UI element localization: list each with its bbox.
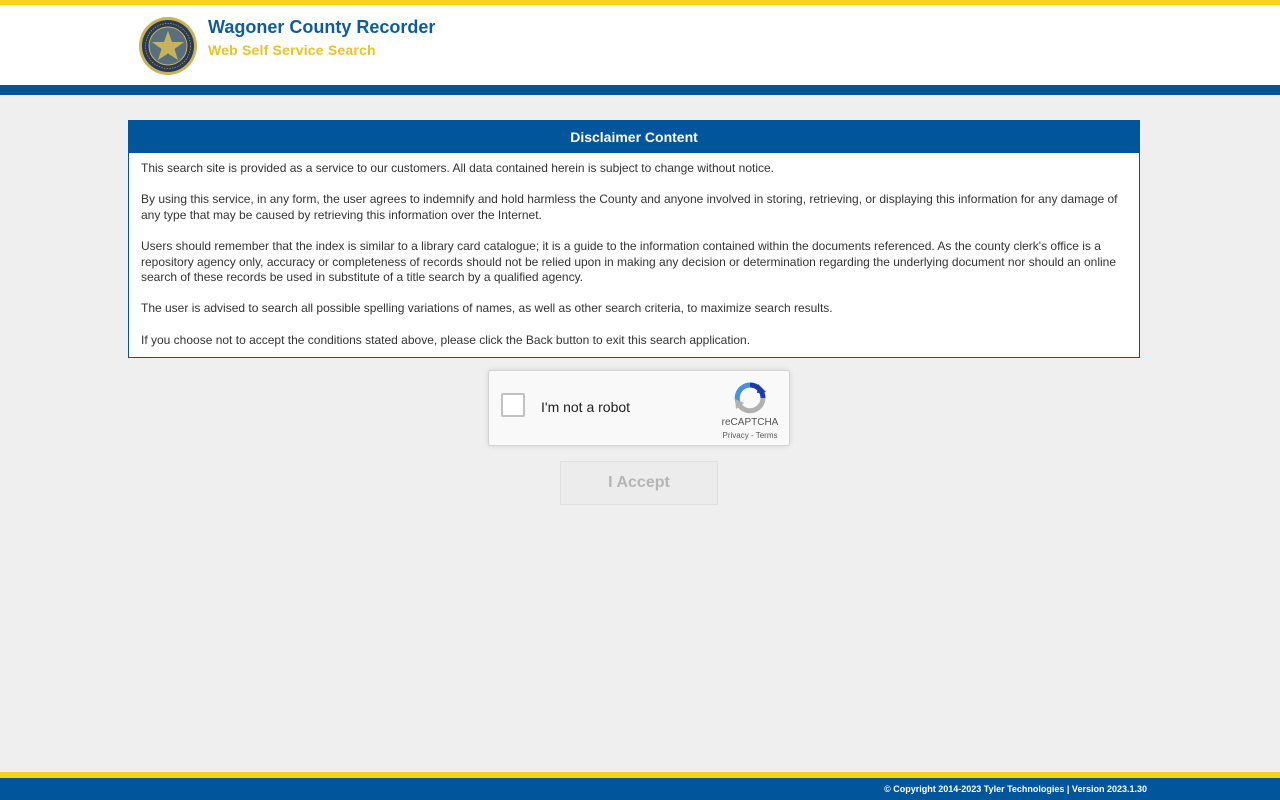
accept-button[interactable]: I Accept	[560, 461, 718, 505]
site-title: Wagoner County Recorder	[208, 17, 436, 37]
recaptcha-checkbox[interactable]	[501, 393, 525, 417]
disclaimer-paragraph: By using this service, in any form, the …	[141, 192, 1118, 222]
disclaimer-paragraph: If you choose not to accept the conditio…	[141, 332, 751, 347]
disclaimer-panel: Disclaimer Content This search site is p…	[128, 120, 1140, 358]
recaptcha-label: I'm not a robot	[541, 399, 631, 415]
disclaimer-paragraph: The user is advised to search all possib…	[141, 301, 833, 316]
disclaimer-paragraph: This search site is provided as a servic…	[141, 161, 774, 175]
recaptcha-logo-icon	[734, 382, 766, 414]
recaptcha-links: Privacy - Terms	[711, 431, 789, 440]
page-footer: © Copyright 2014-2023 Tyler Technologies…	[0, 778, 1280, 800]
recaptcha-link-separator: -	[748, 431, 756, 440]
disclaimer-body: This search site is provided as a servic…	[129, 153, 1139, 348]
disclaimer-paragraph: Users should remember that the index is …	[141, 238, 1117, 285]
county-seal-icon[interactable]	[138, 16, 198, 76]
footer-copyright: © Copyright 2014-2023 Tyler Technologies…	[884, 784, 1147, 794]
recaptcha-privacy-link[interactable]: Privacy	[723, 431, 749, 440]
recaptcha-terms-link[interactable]: Terms	[756, 431, 778, 440]
disclaimer-heading: Disclaimer Content	[129, 121, 1139, 153]
site-subtitle: Web Self Service Search	[208, 42, 376, 58]
header-bottom-bar	[0, 85, 1280, 95]
recaptcha-brand: reCAPTCHA	[721, 417, 779, 428]
recaptcha-widget: I'm not a robot reCAPTCHA Privacy - Term…	[488, 370, 790, 446]
